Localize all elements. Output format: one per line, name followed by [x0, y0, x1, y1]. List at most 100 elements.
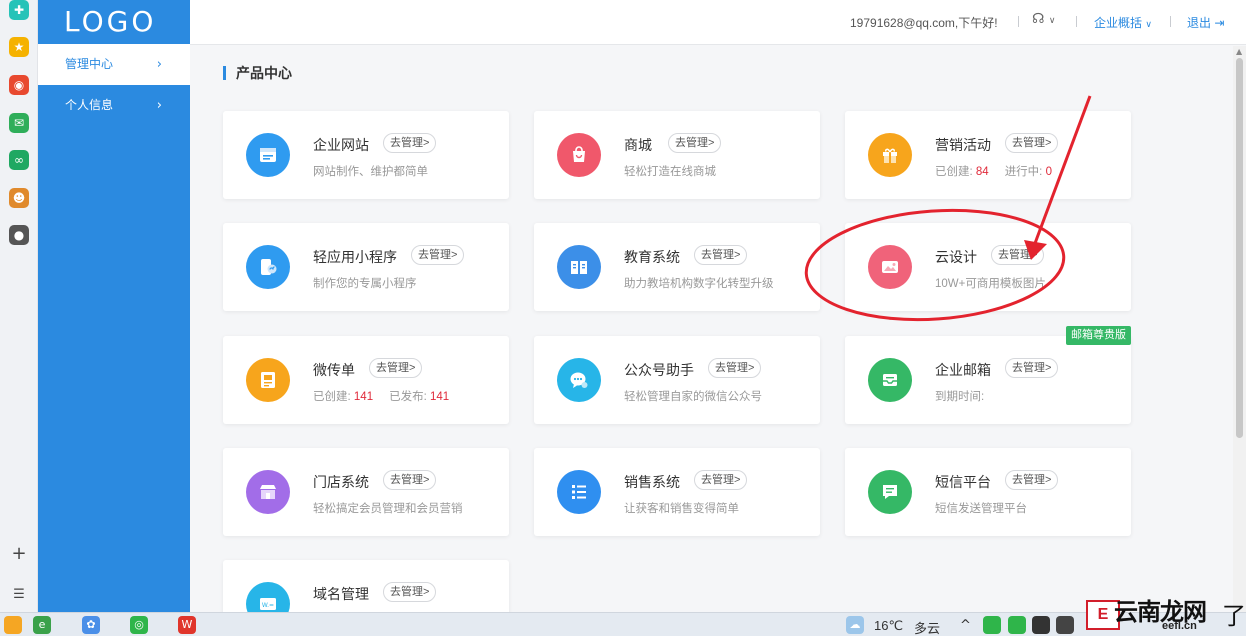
- card-title: 域名管理: [313, 586, 369, 602]
- manage-button[interactable]: 去管理>: [694, 245, 748, 265]
- user-greeting: 19791628@qq.com,下午好!: [850, 16, 998, 30]
- sidebar-item-management-center[interactable]: 管理中心 ›: [38, 44, 190, 85]
- shopping-bag-icon: [557, 133, 601, 177]
- main-content: 产品中心 企业网站 去管理> 网站制作、维护都简单 商城 去管理> 轻松打造在线…: [190, 46, 1233, 612]
- company-overview-link[interactable]: 企业概括 ∨: [1094, 14, 1152, 31]
- sidebar-item-personal-info[interactable]: 个人信息 ›: [38, 85, 190, 126]
- card-title: 轻应用小程序: [313, 249, 397, 265]
- manage-button[interactable]: 去管理>: [708, 358, 762, 378]
- scrollbar-thumb[interactable]: [1236, 58, 1243, 438]
- tray-icon-2[interactable]: [1008, 616, 1026, 634]
- list-icon: [557, 470, 601, 514]
- watermark-url: eefl.cn: [1162, 620, 1197, 632]
- product-card-micro-flyer[interactable]: 微传单 去管理> 已创建: 141 已发布: 141: [223, 336, 509, 424]
- premium-badge: 邮箱尊贵版: [1066, 326, 1131, 345]
- temperature: 16℃: [874, 618, 904, 633]
- website-icon: [246, 133, 290, 177]
- flyer-icon: [246, 358, 290, 402]
- add-icon[interactable]: +: [8, 543, 30, 565]
- card-title: 企业网站: [313, 137, 369, 153]
- card-description: 轻松打造在线商城: [624, 166, 716, 178]
- star-icon[interactable]: ★: [9, 37, 29, 57]
- product-card-wechat-assistant[interactable]: 公众号助手 去管理> 轻松管理自家的微信公众号: [534, 336, 820, 424]
- start-icon[interactable]: [4, 616, 22, 634]
- game-icon[interactable]: ☻: [9, 188, 29, 208]
- manage-button[interactable]: 去管理>: [383, 582, 437, 602]
- card-title: 公众号助手: [624, 362, 694, 378]
- wps-icon[interactable]: W: [178, 616, 196, 634]
- mail-icon: [868, 358, 912, 402]
- card-title: 教育系统: [624, 249, 680, 265]
- product-card-sms-platform[interactable]: 短信平台 去管理> 短信发送管理平台: [845, 448, 1131, 536]
- top-header: 19791628@qq.com,下午好! ☊ ∨ 企业概括 ∨ 退出 ⇥: [190, 0, 1246, 45]
- watermark-tail: 了: [1222, 603, 1246, 630]
- chat-bubble-icon: [557, 358, 601, 402]
- product-card-store-system[interactable]: 门店系统 去管理> 轻松搞定会员管理和会员营销: [223, 448, 509, 536]
- chevron-right-icon: ›: [156, 98, 162, 113]
- sidebar-item-label: 管理中心: [65, 57, 114, 71]
- manage-button[interactable]: 去管理>: [1005, 133, 1059, 153]
- logo: LOGO: [64, 5, 157, 38]
- store-icon: [246, 470, 290, 514]
- weather-text: 多云: [914, 621, 941, 636]
- vertical-scrollbar[interactable]: ▲: [1233, 46, 1246, 612]
- product-card-website[interactable]: 企业网站 去管理> 网站制作、维护都简单: [223, 111, 509, 199]
- card-description: 短信发送管理平台: [935, 503, 1027, 515]
- manage-button[interactable]: 去管理>: [383, 470, 437, 490]
- created-count: 141: [353, 391, 374, 403]
- chevron-up-icon[interactable]: ^: [960, 618, 971, 633]
- panda-icon[interactable]: ●: [9, 225, 29, 245]
- header-divider: [1170, 16, 1171, 27]
- card-description: 让获客和销售变得简单: [624, 503, 739, 515]
- product-card-cloud-design[interactable]: 云设计 去管理> 10W+可商用模板图片: [845, 223, 1131, 311]
- product-card-sales-system[interactable]: 销售系统 去管理> 让获客和销售变得简单: [534, 448, 820, 536]
- app-icon[interactable]: ✿: [82, 616, 100, 634]
- list-icon[interactable]: ☰: [8, 584, 30, 606]
- image-icon: [868, 245, 912, 289]
- card-description: 到期时间:: [935, 391, 985, 403]
- ie-browser-icon[interactable]: e: [33, 616, 51, 634]
- app-icon-5[interactable]: ∞: [9, 150, 29, 170]
- logout-link[interactable]: 退出 ⇥: [1187, 14, 1224, 31]
- gift-icon: [868, 133, 912, 177]
- mail-icon[interactable]: ✉: [9, 113, 29, 133]
- wechat-icon[interactable]: ◎: [130, 616, 148, 634]
- card-title: 商城: [624, 137, 652, 153]
- product-card-mini-program[interactable]: 轻应用小程序 去管理> 制作您的专属小程序: [223, 223, 509, 311]
- card-description: 轻松管理自家的微信公众号: [624, 391, 762, 403]
- company-overview-label: 企业概括: [1094, 16, 1143, 30]
- card-description: 网站制作、维护都简单: [313, 166, 428, 178]
- book-icon: [557, 245, 601, 289]
- manage-button[interactable]: 去管理>: [991, 245, 1045, 265]
- product-card-enterprise-mail[interactable]: 邮箱尊贵版 企业邮箱 去管理> 到期时间:: [845, 326, 1131, 424]
- card-title: 营销活动: [935, 137, 991, 153]
- weibo-icon[interactable]: ◉: [9, 75, 29, 95]
- scroll-up-icon[interactable]: ▲: [1236, 47, 1242, 56]
- product-card-mall[interactable]: 商城 去管理> 轻松打造在线商城: [534, 111, 820, 199]
- manage-button[interactable]: 去管理>: [1005, 358, 1059, 378]
- app-icon-1[interactable]: ✚: [9, 0, 29, 20]
- ongoing-label: 进行中:: [1004, 166, 1043, 178]
- published-label: 已发布:: [389, 391, 427, 403]
- created-count: 84: [975, 166, 989, 178]
- section-title: 产品中心: [223, 66, 292, 80]
- created-label: 已创建:: [935, 166, 973, 178]
- headset-icon[interactable]: ☊ ∨: [1032, 11, 1055, 27]
- manage-button[interactable]: 去管理>: [668, 133, 722, 153]
- card-title: 微传单: [313, 362, 355, 378]
- product-card-marketing[interactable]: 营销活动 去管理> 已创建: 84 进行中: 0: [845, 111, 1131, 199]
- manage-button[interactable]: 去管理>: [1005, 470, 1059, 490]
- manage-button[interactable]: 去管理>: [694, 470, 748, 490]
- manage-button[interactable]: 去管理>: [369, 358, 423, 378]
- tray-icon-1[interactable]: [983, 616, 1001, 634]
- published-count: 141: [429, 391, 450, 403]
- product-card-domain-management[interactable]: W.= 域名管理 去管理>: [223, 560, 509, 612]
- battery-icon: [1056, 616, 1074, 634]
- manage-button[interactable]: 去管理>: [383, 133, 437, 153]
- card-description: 轻松搞定会员管理和会员营销: [313, 503, 463, 515]
- card-title: 销售系统: [624, 474, 680, 490]
- product-card-education[interactable]: 教育系统 去管理> 助力教培机构数字化转型升级: [534, 223, 820, 311]
- qq-icon[interactable]: [1032, 616, 1050, 634]
- manage-button[interactable]: 去管理>: [411, 245, 465, 265]
- logout-icon: ⇥: [1214, 16, 1225, 30]
